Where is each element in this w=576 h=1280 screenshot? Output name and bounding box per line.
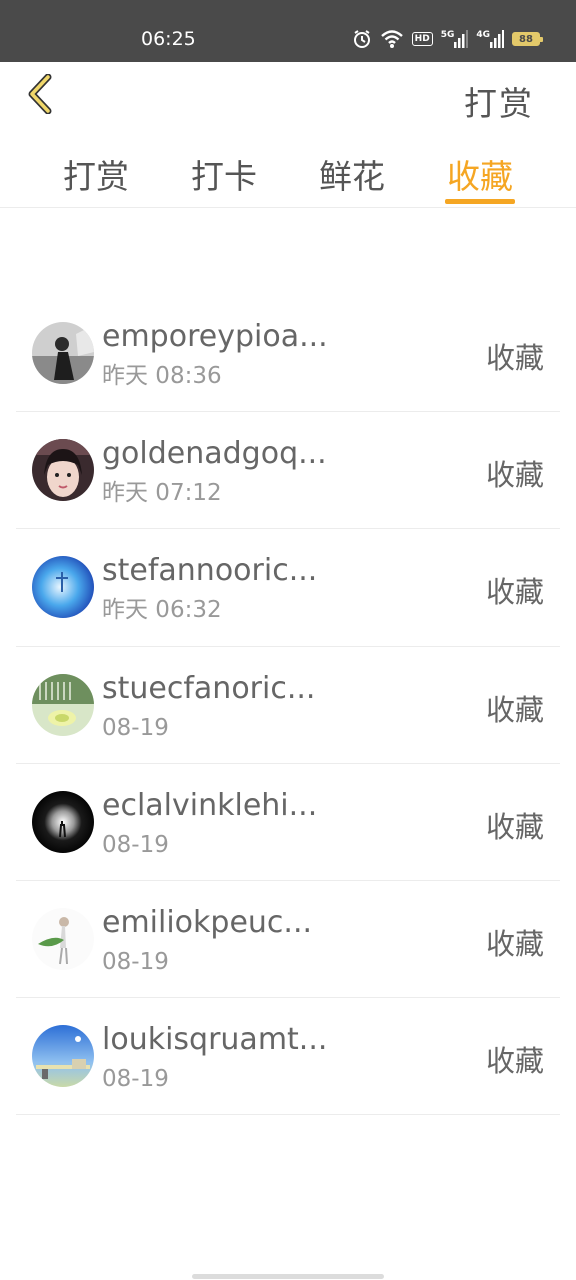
favorites-list: emporeypioa... 昨天 08:36 收藏 goldenadgoq..… bbox=[16, 295, 560, 1116]
action-label: 收藏 bbox=[485, 575, 544, 610]
battery-icon: 88 bbox=[512, 32, 543, 46]
tab-bar: 打赏 打卡 鲜花 收藏 bbox=[0, 144, 576, 208]
net2-label: 4G bbox=[476, 30, 490, 40]
tab-reward[interactable]: 打赏 bbox=[60, 150, 132, 198]
tab-checkin[interactable]: 打卡 bbox=[188, 150, 260, 198]
username: goldenadgoq... bbox=[102, 436, 327, 472]
action-label: 收藏 bbox=[485, 926, 544, 961]
item-time: 08-19 bbox=[102, 948, 169, 975]
item-time: 昨天 06:32 bbox=[102, 597, 222, 624]
list-item[interactable]: emporeypioa... 昨天 08:36 收藏 bbox=[16, 295, 560, 413]
username: emiliokpeuc... bbox=[102, 904, 313, 940]
page-title[interactable]: 打赏 bbox=[464, 77, 534, 125]
header: 打赏 打赏 打卡 鲜花 收藏 bbox=[0, 62, 576, 208]
username: stefannooric... bbox=[102, 553, 318, 589]
status-icons: HD 5G 4G 88 bbox=[352, 26, 543, 52]
back-button[interactable] bbox=[20, 73, 60, 118]
avatar[interactable] bbox=[32, 790, 94, 853]
tab-flowers[interactable]: 鲜花 bbox=[316, 150, 388, 198]
list-item[interactable]: eclalvinklehi... 08-19 收藏 bbox=[16, 764, 560, 881]
list-item[interactable]: loukisqruamt... 08-19 收藏 bbox=[16, 998, 560, 1116]
item-time: 昨天 08:36 bbox=[102, 363, 222, 389]
signal-5g-icon: 5G bbox=[441, 30, 469, 48]
wifi-icon bbox=[380, 29, 404, 49]
action-label: 收藏 bbox=[485, 341, 544, 375]
avatar[interactable] bbox=[32, 556, 94, 619]
avatar[interactable] bbox=[32, 439, 94, 502]
net1-label: 5G bbox=[440, 30, 455, 40]
status-bar: 06:25 HD 5G 4G 88 bbox=[0, 0, 576, 62]
avatar[interactable] bbox=[32, 322, 94, 384]
status-time: 06:25 bbox=[141, 28, 196, 50]
action-label: 收藏 bbox=[485, 1044, 544, 1079]
item-time: 08-19 bbox=[102, 1066, 169, 1093]
list-item[interactable]: goldenadgoq... 昨天 07:12 收藏 bbox=[16, 412, 560, 530]
alarm-icon bbox=[352, 29, 372, 49]
item-time: 08-19 bbox=[102, 831, 169, 858]
list-item[interactable]: stefannooric... 昨天 06:32 收藏 bbox=[16, 529, 560, 647]
chevron-left-icon bbox=[26, 73, 54, 118]
action-label: 收藏 bbox=[485, 809, 544, 844]
header-divider bbox=[0, 207, 576, 208]
username: stuecfanoric... bbox=[102, 670, 316, 706]
list-item[interactable]: stuecfanoric... 08-19 收藏 bbox=[16, 647, 560, 764]
username: eclalvinklehi... bbox=[102, 787, 318, 823]
list-item[interactable]: emiliokpeuc... 08-19 收藏 bbox=[16, 881, 560, 999]
avatar[interactable] bbox=[32, 907, 94, 970]
item-time: 08-19 bbox=[102, 714, 169, 741]
tab-favorites[interactable]: 收藏 bbox=[444, 150, 516, 198]
action-label: 收藏 bbox=[485, 458, 544, 493]
item-time: 昨天 07:12 bbox=[102, 480, 222, 507]
avatar[interactable] bbox=[32, 1025, 94, 1088]
active-tab-indicator bbox=[445, 199, 515, 204]
action-label: 收藏 bbox=[485, 692, 544, 727]
avatar[interactable] bbox=[32, 673, 94, 736]
home-indicator[interactable] bbox=[192, 1274, 384, 1279]
username: loukisqruamt... bbox=[102, 1022, 328, 1058]
signal-4g-icon: 4G bbox=[476, 30, 504, 48]
hd-icon: HD bbox=[411, 32, 433, 46]
username: emporeypioa... bbox=[102, 319, 328, 354]
